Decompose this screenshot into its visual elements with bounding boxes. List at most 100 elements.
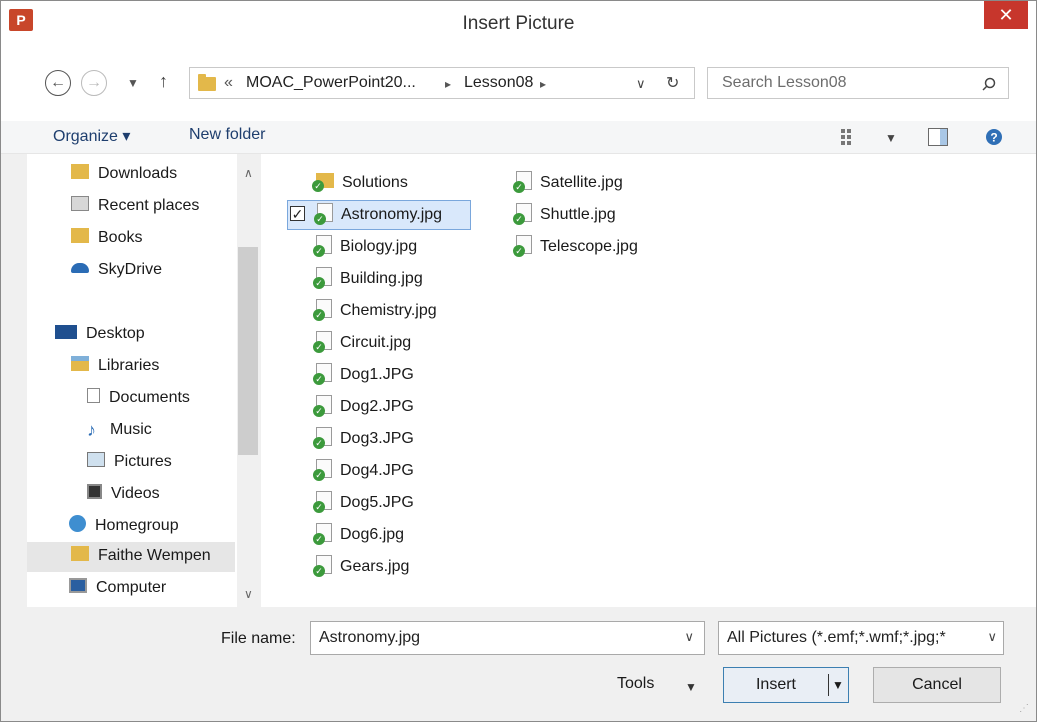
file-type-select[interactable]: All Pictures (*.emf;*.wmf;*.jpg;* ∨ xyxy=(718,621,1004,655)
file-item-telescope[interactable]: Telescope.jpg xyxy=(513,233,638,261)
user-folder-icon xyxy=(71,546,89,562)
computer-icon xyxy=(69,578,87,594)
folder-item-solutions[interactable]: Solutions xyxy=(312,169,408,197)
crumb-separator-icon[interactable]: ▸ xyxy=(445,77,451,91)
image-file-icon xyxy=(314,203,333,226)
file-item-dog1[interactable]: Dog1.JPG xyxy=(313,361,414,389)
videos-icon xyxy=(87,484,102,500)
crumb-lesson08[interactable]: Lesson08 xyxy=(464,74,533,92)
sidebar-item-recent-places[interactable]: Recent places xyxy=(71,192,199,220)
preview-pane-icon[interactable] xyxy=(928,128,948,146)
file-list: Solutions Astronomy.jpg Biology.jpg Buil… xyxy=(261,154,1036,607)
chevron-down-icon[interactable]: ∨ xyxy=(684,629,694,645)
help-icon[interactable]: ? xyxy=(985,128,1003,146)
file-name-label: File name: xyxy=(221,630,296,647)
sidebar-item-downloads[interactable]: Downloads xyxy=(71,160,177,188)
search-icon[interactable] xyxy=(982,77,996,91)
image-file-icon xyxy=(313,523,332,546)
close-button[interactable]: ✕ xyxy=(984,1,1028,29)
file-item-astronomy[interactable]: Astronomy.jpg xyxy=(287,200,471,230)
scrollbar-thumb[interactable] xyxy=(238,247,258,455)
up-arrow-icon[interactable]: ↑ xyxy=(159,71,168,92)
image-file-icon xyxy=(313,427,332,450)
sidebar-item-videos[interactable]: Videos xyxy=(87,480,160,508)
recent-places-icon xyxy=(71,196,89,212)
file-item-dog6[interactable]: Dog6.jpg xyxy=(313,521,404,549)
navigation-pane: Downloads Recent places Books SkyDrive D… xyxy=(27,154,259,607)
organize-menu[interactable]: Organize ▾ xyxy=(53,126,130,146)
sidebar-item-music[interactable]: ♪ Music xyxy=(87,416,152,444)
skydrive-cloud-icon xyxy=(71,262,89,273)
documents-icon xyxy=(87,388,100,404)
desktop-icon xyxy=(55,324,77,339)
folder-icon xyxy=(71,228,89,244)
tools-menu[interactable]: Tools xyxy=(617,675,654,693)
file-item-chemistry[interactable]: Chemistry.jpg xyxy=(313,297,437,325)
file-item-dog2[interactable]: Dog2.JPG xyxy=(313,393,414,421)
refresh-icon[interactable]: ↻ xyxy=(666,73,679,93)
file-item-gears[interactable]: Gears.jpg xyxy=(313,553,409,581)
image-file-icon xyxy=(313,491,332,514)
crumb-separator-icon[interactable]: ▸ xyxy=(540,77,546,91)
image-file-icon xyxy=(513,171,532,194)
image-file-icon xyxy=(313,363,332,386)
file-item-building[interactable]: Building.jpg xyxy=(313,265,423,293)
view-options-icon[interactable] xyxy=(841,129,859,145)
image-file-icon xyxy=(313,267,332,290)
image-file-icon xyxy=(513,203,532,226)
image-file-icon xyxy=(313,235,332,258)
insert-button[interactable]: Insert ▼ xyxy=(723,667,849,703)
image-file-icon xyxy=(313,299,332,322)
image-file-icon xyxy=(513,235,532,258)
dialog-footer: File name: Astronomy.jpg ∨ All Pictures … xyxy=(1,607,1036,721)
recent-locations-dropdown-icon[interactable]: ▼ xyxy=(127,76,139,90)
address-bar[interactable]: « MOAC_PowerPoint20... ▸ Lesson08 ▸ ∨ ↻ xyxy=(189,67,695,99)
file-item-dog5[interactable]: Dog5.JPG xyxy=(313,489,414,517)
file-name-input[interactable]: Astronomy.jpg ∨ xyxy=(310,621,705,655)
file-item-dog4[interactable]: Dog4.JPG xyxy=(313,457,414,485)
scroll-up-icon[interactable]: ∧ xyxy=(244,166,253,180)
title-bar: P Insert Picture ✕ xyxy=(1,1,1036,45)
libraries-icon xyxy=(71,356,89,372)
sidebar-item-desktop[interactable]: Desktop xyxy=(55,320,145,348)
view-dropdown-icon[interactable]: ▼ xyxy=(885,131,897,145)
search-placeholder: Search Lesson08 xyxy=(722,74,847,91)
image-file-icon xyxy=(313,395,332,418)
tools-dropdown-icon[interactable]: ▼ xyxy=(685,680,697,694)
sidebar-item-books[interactable]: Books xyxy=(71,224,142,252)
sidebar-item-homegroup[interactable]: Homegroup xyxy=(69,512,179,540)
file-item-biology[interactable]: Biology.jpg xyxy=(313,233,417,261)
file-item-circuit[interactable]: Circuit.jpg xyxy=(313,329,411,357)
chevron-down-icon[interactable]: ∨ xyxy=(983,629,997,645)
folder-icon xyxy=(312,173,334,193)
command-toolbar: Organize ▾ New folder ▼ ? xyxy=(1,121,1036,154)
downloads-folder-icon xyxy=(71,164,89,180)
image-file-icon xyxy=(313,331,332,354)
sidebar-item-computer[interactable]: Computer xyxy=(69,574,166,602)
search-box[interactable]: Search Lesson08 xyxy=(707,67,1009,99)
chevron-down-icon[interactable]: ∨ xyxy=(636,76,646,92)
new-folder-button[interactable]: New folder xyxy=(189,126,265,144)
crumb-moac[interactable]: MOAC_PowerPoint20... xyxy=(246,74,416,92)
scroll-down-icon[interactable]: ∨ xyxy=(244,587,253,601)
crumb-overflow[interactable]: « xyxy=(224,74,233,92)
selection-checkbox[interactable]: ✓ xyxy=(290,206,305,221)
svg-text:?: ? xyxy=(990,131,997,145)
homegroup-icon xyxy=(69,515,86,533)
sidebar-item-faithe-wempen[interactable]: Faithe Wempen xyxy=(27,542,235,572)
file-item-dog3[interactable]: Dog3.JPG xyxy=(313,425,414,453)
dialog-title: Insert Picture xyxy=(462,13,575,34)
file-item-satellite[interactable]: Satellite.jpg xyxy=(513,169,623,197)
cancel-button[interactable]: Cancel xyxy=(873,667,1001,703)
sidebar-item-skydrive[interactable]: SkyDrive xyxy=(71,256,162,284)
image-file-icon xyxy=(313,459,332,482)
back-button[interactable]: ← xyxy=(45,70,71,96)
sidebar-item-documents[interactable]: Documents xyxy=(87,384,190,412)
pictures-icon xyxy=(87,452,105,468)
sidebar-item-libraries[interactable]: Libraries xyxy=(71,352,159,380)
sidebar-item-pictures[interactable]: Pictures xyxy=(87,448,172,476)
forward-button[interactable]: → xyxy=(81,70,107,96)
resize-grip-icon[interactable]: ⋰ xyxy=(1019,703,1029,714)
insert-options-dropdown-icon[interactable]: ▼ xyxy=(832,668,844,702)
file-item-shuttle[interactable]: Shuttle.jpg xyxy=(513,201,616,229)
